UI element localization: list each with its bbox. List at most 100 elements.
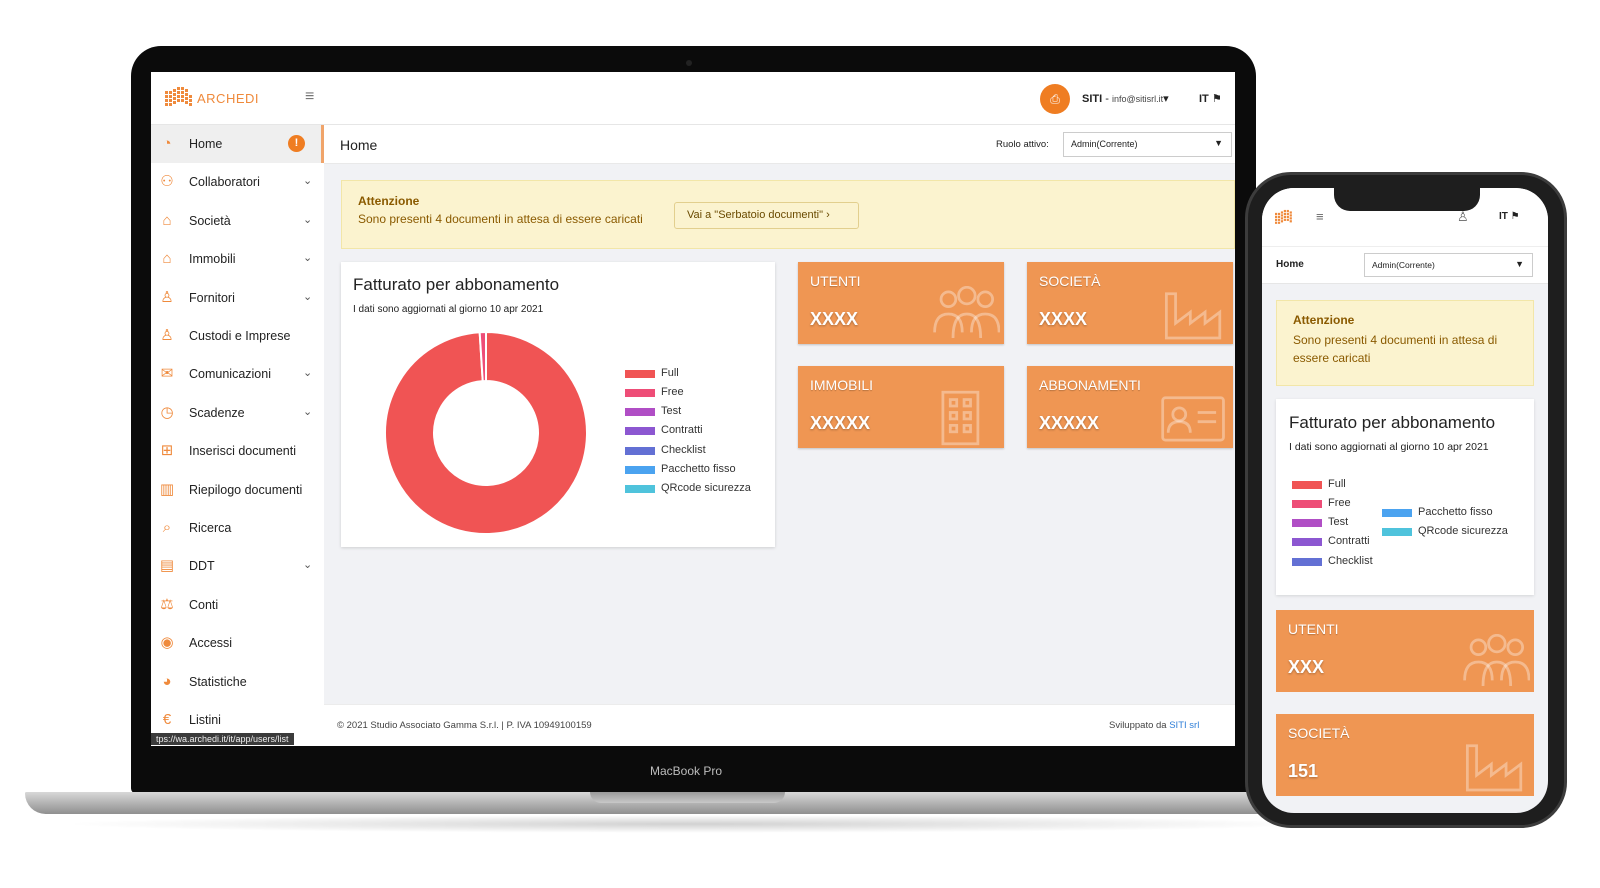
sidebar-item-conti[interactable]: ⚖ Conti — [151, 586, 324, 624]
sidebar-item-scadenze[interactable]: ◷ Scadenze ⌄ — [151, 394, 324, 432]
phone-notch — [1334, 186, 1480, 211]
sidebar-item-immobili[interactable]: ⌂ Immobili ⌄ — [151, 240, 324, 278]
stat-card-utenti[interactable]: UTENTI XXXX — [798, 262, 1004, 344]
sidebar-item-fornitori[interactable]: ♙ Fornitori ⌄ — [151, 279, 324, 317]
alert-text: Sono presenti 4 documenti in attesa di e… — [358, 212, 643, 226]
print-icon[interactable]: ⎙ — [1040, 84, 1070, 114]
sidebar-item-ddt[interactable]: ▤ DDT ⌄ — [151, 547, 324, 585]
caret-down-icon: ▼ — [1515, 259, 1524, 269]
sidebar-item-statistiche[interactable]: ◕ Statistiche — [151, 663, 324, 701]
stat-title: UTENTI — [1288, 621, 1339, 637]
sidebar-item-riepilogo-documenti[interactable]: ▥ Riepilogo documenti — [151, 471, 324, 509]
chevron-down-icon: ⌄ — [303, 367, 313, 380]
chevron-down-icon: ⌄ — [303, 252, 313, 265]
alert-text: Sono presenti 4 documenti in attesa di e… — [1293, 333, 1498, 365]
legend-swatch — [625, 427, 655, 435]
stat-card-società[interactable]: SOCIETÀ XXXX — [1027, 262, 1233, 344]
legend-label: Pacchetto fisso — [1418, 506, 1493, 518]
alert-badge: ! — [288, 135, 305, 152]
people-icon: ⚇ — [160, 173, 174, 191]
sidebar-item-collaboratori[interactable]: ⚇ Collaboratori ⌄ — [151, 163, 324, 201]
alert-title: Attenzione — [1293, 313, 1355, 327]
role-label: Ruolo attivo: — [996, 139, 1049, 150]
dashboard-icon: ◔ — [162, 135, 172, 152]
stat-title: UTENTI — [810, 273, 861, 289]
sidebar-item-label: Società — [189, 213, 231, 228]
footer: © 2021 Studio Associato Gamma S.r.l. | P… — [324, 704, 1235, 746]
legend-swatch — [1292, 519, 1322, 527]
user-icon[interactable]: ♙ — [1457, 209, 1469, 225]
phone-screen: ≡ ♙ IT ⚑ Home Admin(Corrente) ▼ Attenzio… — [1262, 188, 1548, 813]
user-name: SITI — [1082, 93, 1103, 105]
legend-label: Pacchetto fisso — [661, 463, 736, 475]
stat-card-immobili[interactable]: IMMOBILI XXXXX — [798, 366, 1004, 448]
legend-swatch — [625, 389, 655, 397]
chevron-down-icon: ⌄ — [303, 175, 313, 188]
clock-icon: ◷ — [160, 403, 174, 421]
developer-link[interactable]: SITI srl — [1169, 720, 1199, 731]
stat-card-società[interactable]: SOCIETÀ 151 — [1276, 714, 1534, 796]
worker-icon: ♙ — [160, 288, 174, 306]
legend-swatch — [1382, 509, 1412, 517]
stat-value: XXXXX — [1039, 413, 1100, 433]
chevron-down-icon: ⌄ — [303, 213, 313, 226]
sidebar-item-custodi-e-imprese[interactable]: ♙ Custodi e Imprese — [151, 317, 324, 355]
scale-icon: ⚖ — [160, 595, 174, 613]
sidebar-item-label: Scadenze — [189, 405, 245, 420]
legend-label: Contratti — [1328, 535, 1370, 547]
legend-label: QRcode sicurezza — [661, 482, 751, 494]
sidebar-item-label: Fornitori — [189, 290, 235, 305]
laptop-notch — [590, 792, 785, 803]
sidebar-item-home[interactable]: ◔ Home! — [151, 125, 324, 163]
chevron-down-icon: ⌄ — [303, 290, 313, 303]
flag-icon: ⚑ — [1211, 93, 1222, 105]
sidebar-item-società[interactable]: ⌂ Società ⌄ — [151, 202, 324, 240]
language-label: IT — [1199, 93, 1209, 105]
legend-label: Test — [1328, 516, 1349, 528]
sidebar-item-ricerca[interactable]: ⌕ Ricerca — [151, 509, 324, 547]
phone-chart-card: Fatturato per abbonamento I dati sono ag… — [1276, 399, 1534, 595]
phone-content-header: Home Admin(Corrente) ▼ — [1262, 246, 1548, 284]
building-icon — [941, 390, 980, 446]
role-select[interactable]: Admin(Corrente) ▼ — [1063, 132, 1232, 157]
factory-icon — [1465, 744, 1523, 792]
menu-icon[interactable]: ≡ — [1316, 209, 1324, 224]
role-select[interactable]: Admin(Corrente) ▼ — [1364, 253, 1533, 277]
legend-label: QRcode sicurezza — [1418, 525, 1508, 537]
sidebar-item-comunicazioni[interactable]: ✉ Comunicazioni ⌄ — [151, 355, 324, 393]
language-selector[interactable]: IT ⚑ — [1199, 92, 1222, 105]
phone-alert-box: Attenzione Sono presenti 4 documenti in … — [1276, 300, 1534, 386]
developed-by-label: Sviluppato da — [1109, 720, 1167, 731]
logo-icon[interactable] — [165, 87, 195, 109]
menu-icon[interactable]: ≡ — [305, 88, 314, 106]
chart-title: Fatturato per abbonamento — [1289, 413, 1496, 432]
language-selector[interactable]: IT ⚑ — [1499, 211, 1520, 222]
stat-value: 151 — [1288, 761, 1319, 781]
device-label: MacBook Pro — [649, 764, 723, 778]
stat-title: SOCIETÀ — [1039, 273, 1101, 289]
user-menu[interactable]: SITI - info@sitisrl.it▾ — [1082, 92, 1169, 105]
legend-swatch — [1292, 538, 1322, 546]
sidebar: ◔ Home! ⚇ Collaboratori ⌄ ⌂ Società ⌄ ⌂ Immobili ⌄… — [151, 125, 324, 746]
legend-label: Free — [661, 386, 684, 398]
logo-icon[interactable] — [1275, 209, 1297, 227]
stat-title: ABBONAMENTI — [1039, 377, 1141, 393]
stat-title: IMMOBILI — [810, 377, 874, 393]
sidebar-item-label: DDT — [189, 559, 215, 574]
chevron-down-icon: ⌄ — [303, 559, 313, 572]
copyright: © 2021 Studio Associato Gamma S.r.l. | P… — [337, 720, 592, 731]
laptop-shadow — [60, 815, 1320, 833]
chevron-down-icon: ▾ — [1163, 93, 1169, 105]
sidebar-item-inserisci-documenti[interactable]: ⊞ Inserisci documenti — [151, 432, 324, 470]
sidebar-item-accessi[interactable]: ◉ Accessi — [151, 624, 324, 662]
stat-card-utenti[interactable]: UTENTI XXX — [1276, 610, 1534, 692]
sidebar-item-label: Conti — [189, 597, 219, 612]
stat-card-abbonamenti[interactable]: ABBONAMENTI XXXXX — [1027, 366, 1233, 448]
serbatoio-documenti-button[interactable]: Vai a "Serbatoio documenti" › — [674, 202, 859, 229]
eye-icon: ◉ — [160, 634, 174, 652]
chart-title: Fatturato per abbonamento — [353, 275, 560, 294]
developer-credit: Sviluppato da SITI srl — [1109, 720, 1199, 731]
search-icon: ⌕ — [162, 519, 172, 536]
legend-label: Test — [661, 405, 682, 417]
chevron-down-icon: ⌄ — [303, 405, 313, 418]
